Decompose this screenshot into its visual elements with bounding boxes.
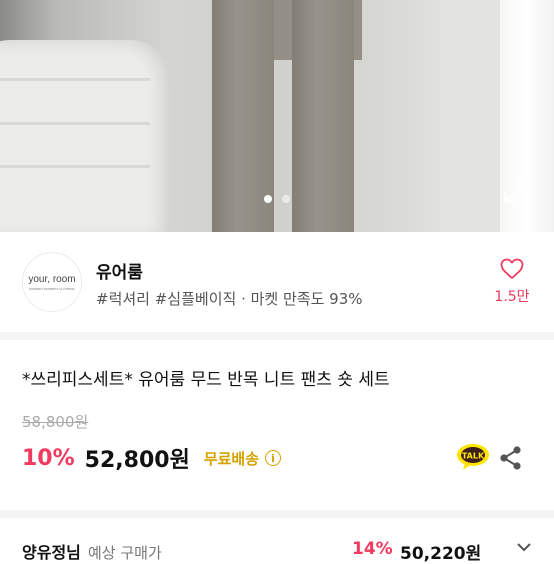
price-row: 10% 52,800원 무료배송 i	[22, 442, 282, 474]
product-image-carousel[interactable]	[0, 0, 554, 232]
carousel-indicator	[0, 195, 554, 203]
original-price: 58,800원	[22, 413, 89, 431]
share-icon[interactable]	[498, 445, 524, 471]
shop-logo-text: your, room	[28, 273, 76, 285]
info-icon[interactable]: i	[265, 450, 282, 466]
expected-price-row[interactable]: 양유정님 예상 구매가 14% 50,220원	[22, 539, 532, 564]
user-name: 양유정님	[22, 543, 81, 562]
shop-logo-subtext: MODERN WOMEN'S CLOTHING	[29, 286, 75, 291]
section-divider	[0, 332, 554, 340]
free-shipping-badge: 무료배송	[203, 449, 260, 468]
section-divider	[0, 510, 554, 518]
like-count: 1.5만	[494, 289, 530, 305]
expected-price-label: 예상 구매가	[87, 544, 162, 562]
photo-detail	[0, 165, 150, 168]
shop-name[interactable]: 유어룸	[96, 258, 143, 283]
sale-price: 52,800원	[84, 448, 190, 473]
chevron-down-icon[interactable]	[516, 541, 532, 553]
shop-info-row[interactable]: your, room MODERN WOMEN'S CLOTHING 유어룸 #…	[0, 232, 554, 332]
talk-label: TALK	[462, 452, 485, 461]
discount-rate: 10%	[22, 445, 75, 471]
expected-discount: 14%	[352, 539, 393, 559]
expand-icon[interactable]	[502, 178, 528, 204]
heart-icon	[500, 258, 524, 279]
kakaotalk-icon[interactable]: TALK	[456, 443, 490, 471]
shop-tags: #럭셔리 #심플베이직 · 마켓 만족도 93%	[96, 290, 363, 308]
like-button[interactable]: 1.5만	[494, 258, 530, 306]
photo-detail	[0, 78, 150, 81]
expected-price: 50,220원	[400, 544, 482, 564]
shop-logo[interactable]: your, room MODERN WOMEN'S CLOTHING	[22, 252, 82, 312]
product-title: *쓰리피스세트* 유어룸 무드 반목 니트 팬츠 숏 세트	[22, 370, 390, 390]
carousel-dot[interactable]	[264, 195, 272, 203]
product-photo-background	[0, 40, 170, 232]
photo-detail	[0, 122, 150, 125]
carousel-dot[interactable]	[282, 195, 290, 203]
